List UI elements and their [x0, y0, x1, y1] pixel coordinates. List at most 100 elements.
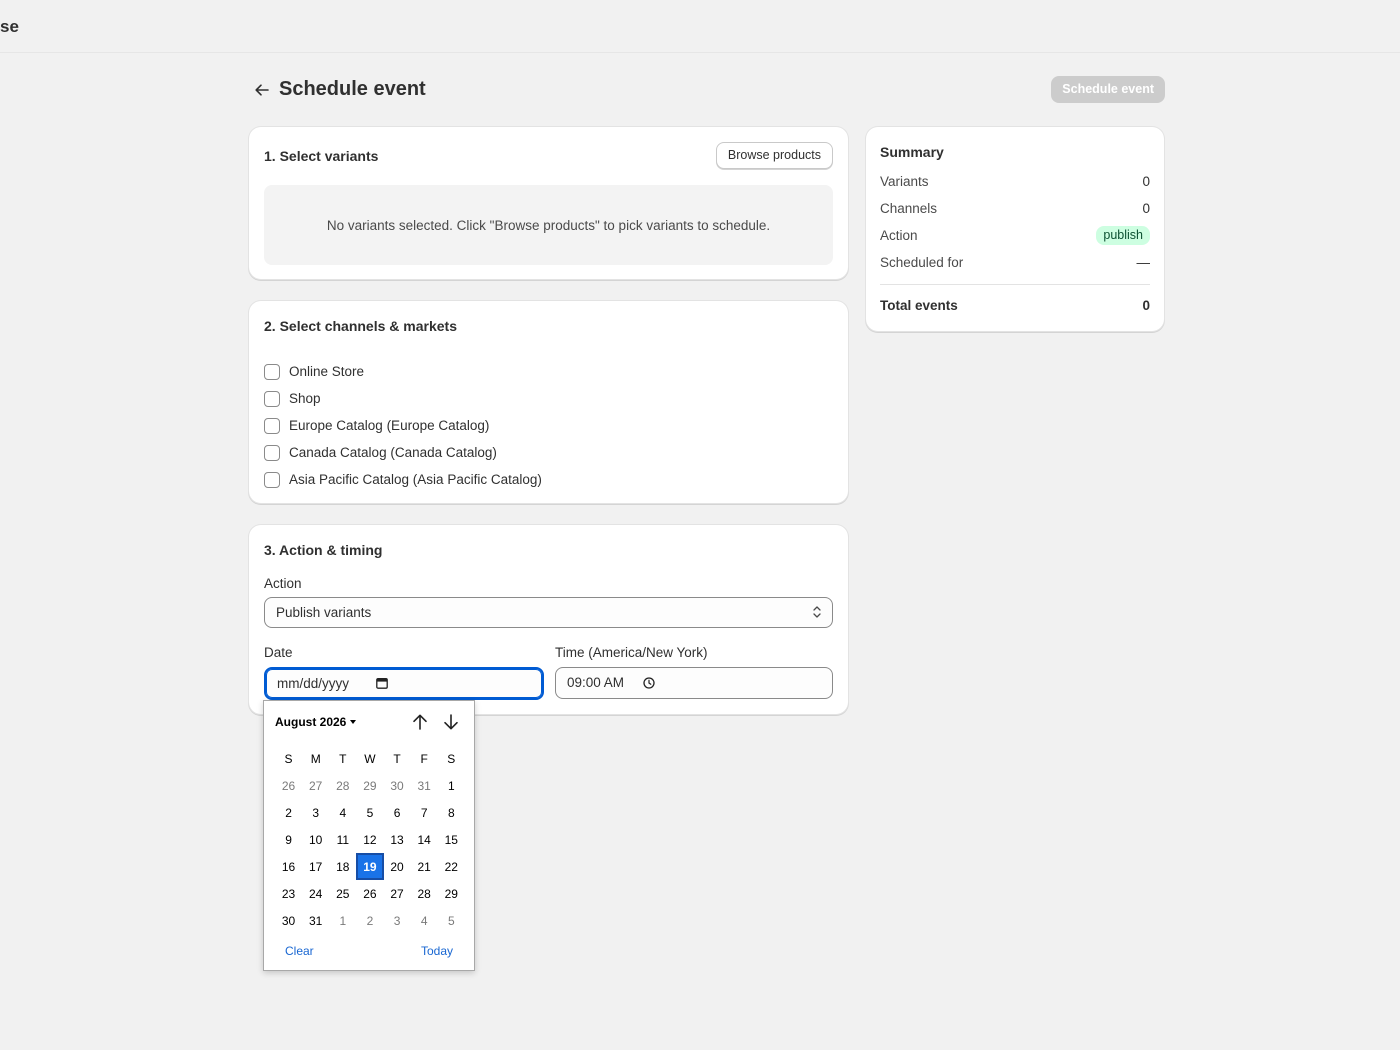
- calendar-day[interactable]: 13: [384, 826, 411, 853]
- channel-option-online-store[interactable]: Online Store: [264, 358, 542, 385]
- weekday-label: F: [420, 751, 428, 766]
- previous-month-arrow-icon[interactable]: [411, 713, 429, 731]
- calendar-day[interactable]: 31: [302, 907, 329, 934]
- calendar-day[interactable]: 30: [384, 772, 411, 799]
- calendar-day[interactable]: 6: [384, 799, 411, 826]
- calendar-day[interactable]: 4: [411, 907, 438, 934]
- channel-option-europe-catalog[interactable]: Europe Catalog (Europe Catalog): [264, 412, 542, 439]
- summary-row-total: Total events 0: [880, 296, 1150, 316]
- calendar-day[interactable]: 21: [411, 853, 438, 880]
- time-input-value: 09:00 AM: [567, 675, 625, 690]
- channel-option-shop[interactable]: Shop: [264, 385, 542, 412]
- calendar-day[interactable]: 2: [275, 799, 302, 826]
- calendar-day[interactable]: 20: [384, 853, 411, 880]
- calendar-day[interactable]: 5: [438, 907, 465, 934]
- calendar-day[interactable]: 15: [438, 826, 465, 853]
- calendar-week-row: 16 17 18 19 20 21 22: [275, 853, 465, 880]
- calendar-week-row: 26 27 28 29 30 31 1: [275, 772, 465, 799]
- action-status-badge: publish: [1096, 226, 1150, 245]
- calendar-icon[interactable]: [376, 677, 388, 689]
- calendar-day[interactable]: 11: [329, 826, 356, 853]
- calendar-day[interactable]: 4: [329, 799, 356, 826]
- summary-row-action: Action publish: [880, 226, 1150, 246]
- empty-state-text: No variants selected. Click "Browse prod…: [326, 217, 771, 233]
- calendar-day[interactable]: 27: [302, 772, 329, 799]
- calendar-day[interactable]: 27: [384, 880, 411, 907]
- summary-key: Scheduled for: [880, 255, 964, 270]
- calendar-day[interactable]: 18: [329, 853, 356, 880]
- calendar-day[interactable]: 31: [411, 772, 438, 799]
- calendar-day[interactable]: 29: [438, 880, 465, 907]
- calendar-day-selected[interactable]: 19: [356, 853, 384, 880]
- calendar-day[interactable]: 17: [302, 853, 329, 880]
- summary-total-key: Total events: [880, 298, 958, 313]
- weekday-label: S: [284, 751, 293, 766]
- month-year-dropdown[interactable]: August 2026: [275, 715, 357, 729]
- calendar-day[interactable]: 24: [302, 880, 329, 907]
- calendar-week-row: 23 24 25 26 27 28 29: [275, 880, 465, 907]
- calendar-day[interactable]: 12: [356, 826, 383, 853]
- calendar-day[interactable]: 14: [411, 826, 438, 853]
- calendar-day[interactable]: 30: [275, 907, 302, 934]
- summary-row-variants: Variants 0: [880, 172, 1150, 192]
- select-variants-card: 1. Select variants Browse products No va…: [249, 127, 848, 279]
- calendar-day[interactable]: 10: [302, 826, 329, 853]
- calendar-grid: S M T W T F S 26 27 28 29 30 31 1 2 3 4 5 6 7 8 9 10 11 12 13 14 15…: [275, 745, 465, 934]
- calendar-day[interactable]: 3: [384, 907, 411, 934]
- calendar-day[interactable]: 25: [329, 880, 356, 907]
- date-picker-popup: August 2026 S M T W T F S 26 27 28 29 30 31 1 2 3 4 5 6 7 8 9…: [263, 700, 475, 971]
- today-link[interactable]: Today: [421, 944, 453, 958]
- channel-option-canada-catalog[interactable]: Canada Catalog (Canada Catalog): [264, 439, 542, 466]
- checkbox[interactable]: [264, 417, 280, 434]
- calendar-day[interactable]: 26: [356, 880, 383, 907]
- calendar-day[interactable]: 22: [438, 853, 465, 880]
- back-arrow-icon[interactable]: [252, 80, 272, 100]
- clear-date-link[interactable]: Clear: [285, 944, 314, 958]
- time-input[interactable]: 09:00 AM: [555, 667, 833, 699]
- next-month-arrow-icon[interactable]: [442, 713, 460, 731]
- channel-label: Online Store: [289, 364, 365, 379]
- empty-state: No variants selected. Click "Browse prod…: [264, 185, 833, 265]
- checkbox[interactable]: [264, 363, 280, 380]
- calendar-day[interactable]: 28: [329, 772, 356, 799]
- weekday-header-row: SMTWTFS: [275, 745, 465, 772]
- calendar-day[interactable]: 23: [275, 880, 302, 907]
- checkbox[interactable]: [264, 471, 280, 488]
- summary-row-scheduled-for: Scheduled for —: [880, 253, 1150, 273]
- channel-list: Online Store Shop Europe Catalog (Europe…: [264, 358, 542, 493]
- calendar-week-row: 9 10 11 12 13 14 15: [275, 826, 465, 853]
- browse-products-button[interactable]: Browse products: [715, 142, 833, 169]
- schedule-event-button[interactable]: Schedule event: [1051, 76, 1165, 103]
- calendar-day[interactable]: 1: [438, 772, 465, 799]
- channel-label: Canada Catalog (Canada Catalog): [289, 445, 497, 460]
- summary-value: 0: [1142, 174, 1150, 189]
- checkbox[interactable]: [264, 444, 280, 461]
- action-select[interactable]: Publish variants: [264, 597, 833, 628]
- summary-total-value: 0: [1142, 298, 1150, 313]
- calendar-day[interactable]: 9: [275, 826, 302, 853]
- calendar-day[interactable]: 26: [275, 772, 302, 799]
- calendar-day[interactable]: 8: [438, 799, 465, 826]
- checkbox[interactable]: [264, 390, 280, 407]
- summary-card: Summary Variants 0 Channels 0 Action pub…: [866, 127, 1164, 331]
- clock-icon[interactable]: [643, 677, 655, 689]
- calendar-day[interactable]: 5: [356, 799, 383, 826]
- calendar-day[interactable]: 29: [356, 772, 383, 799]
- summary-value: 0: [1142, 201, 1150, 216]
- calendar-day[interactable]: 28: [411, 880, 438, 907]
- caret-down-icon: [350, 720, 357, 724]
- summary-value: —: [1136, 255, 1151, 270]
- calendar-day[interactable]: 3: [302, 799, 329, 826]
- select-channels-card: 2. Select channels & markets Online Stor…: [249, 301, 848, 503]
- calendar-day[interactable]: 1: [329, 907, 356, 934]
- date-input[interactable]: mm/dd/yyyy: [264, 667, 544, 700]
- summary-divider: [880, 284, 1150, 285]
- store-name: se: [0, 17, 19, 36]
- calendar-day[interactable]: 16: [275, 853, 302, 880]
- calendar-day[interactable]: 7: [411, 799, 438, 826]
- action-label: Action: [264, 576, 302, 591]
- date-label: Date: [264, 645, 293, 660]
- calendar-day[interactable]: 2: [356, 907, 383, 934]
- channel-option-asia-pacific-catalog[interactable]: Asia Pacific Catalog (Asia Pacific Catal…: [264, 466, 542, 493]
- calendar-week-row: 30 31 1 2 3 4 5: [275, 907, 465, 934]
